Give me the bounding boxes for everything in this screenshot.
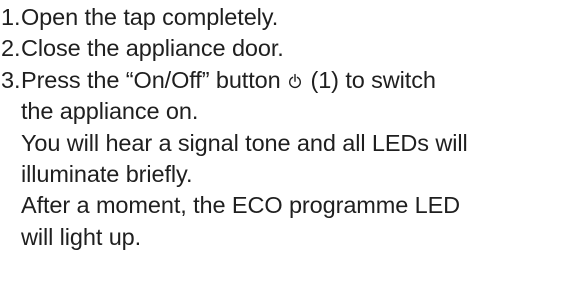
note-line: illuminate briefly. xyxy=(21,161,193,188)
note-line: You will hear a signal tone and all LEDs… xyxy=(21,129,468,156)
power-icon xyxy=(288,73,302,89)
step-text-before-icon: Press the “On/Off” button xyxy=(21,66,281,93)
step-2: 2. Close the appliance door. xyxy=(1,33,573,64)
step-text: Press the “On/Off” button (1) to switch … xyxy=(21,65,573,253)
step-text-line: Press the “On/Off” button (1) to switch xyxy=(21,65,573,96)
instruction-list: 1. Open the tap completely. 2. Close the… xyxy=(1,2,573,253)
step-number: 3. xyxy=(1,66,21,93)
note-line: will light up. xyxy=(21,223,142,250)
step-text-line: Close the appliance door. xyxy=(21,35,284,62)
step-text-line: Open the tap completely. xyxy=(21,4,279,30)
step-1: 1. Open the tap completely. xyxy=(1,2,573,33)
note-line: After a moment, the ECO programme LED xyxy=(21,192,461,219)
step-text: Close the appliance door. xyxy=(21,33,573,64)
step-number: 2. xyxy=(1,35,21,62)
step-text-line: the appliance on. xyxy=(21,98,199,125)
step-3: 3. Press the “On/Off” button (1) to swit… xyxy=(1,65,573,253)
step-number: 1. xyxy=(1,4,21,30)
step-text: Open the tap completely. xyxy=(21,2,573,33)
step-text-after-icon: (1) to switch xyxy=(310,66,436,93)
